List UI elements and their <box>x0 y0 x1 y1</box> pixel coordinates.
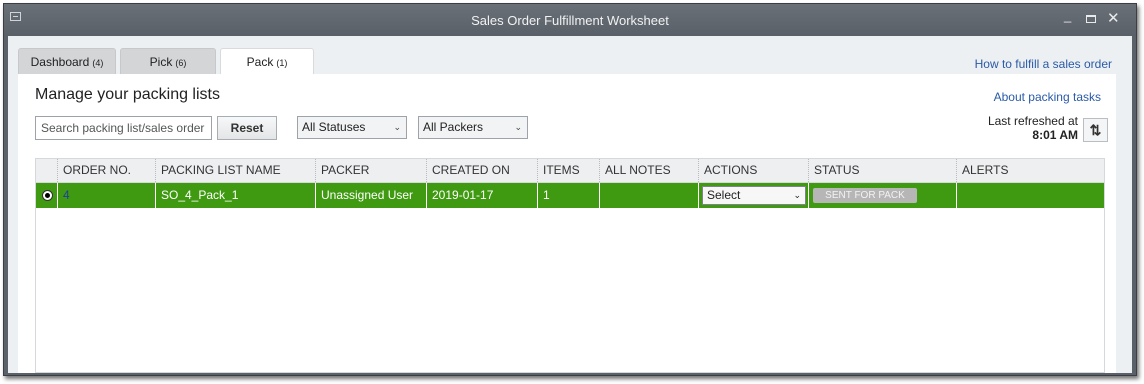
column-header-items[interactable]: ITEMS <box>537 159 599 182</box>
column-header-created-on[interactable]: CREATED ON <box>426 159 537 182</box>
window-content: Dashboard (4) Pick (6) Pack (1) How to fulf… <box>8 36 1132 373</box>
window-title: Sales Order Fulfillment Worksheet <box>471 13 669 28</box>
column-header-packer[interactable]: PACKER <box>315 159 426 182</box>
minimize-icon[interactable]: _ <box>1064 8 1071 23</box>
column-header-actions[interactable]: ACTIONS <box>698 159 808 182</box>
column-header-packing-list-name[interactable]: PACKING LIST NAME <box>155 159 315 182</box>
column-header-order-no[interactable]: ORDER NO. <box>57 159 155 182</box>
status-filter-select[interactable]: All Statuses ⌄ <box>297 116 407 139</box>
tab-pack[interactable]: Pack (1) <box>220 48 314 76</box>
all-notes-cell <box>599 183 698 208</box>
created-on-cell: 2019-01-17 <box>426 183 537 208</box>
reset-button[interactable]: Reset <box>217 116 277 140</box>
about-packing-link[interactable]: About packing tasks <box>994 90 1101 104</box>
packer-cell: Unassigned User <box>315 183 426 208</box>
order-link[interactable]: 4 <box>63 188 70 202</box>
packer-filter-select[interactable]: All Packers ⌄ <box>418 116 528 139</box>
packing-list-name-cell: SO_4_Pack_1 <box>155 183 315 208</box>
packer-filter-value: All Packers <box>423 120 484 134</box>
tab-count: (4) <box>92 58 104 68</box>
chevron-down-icon: ⌄ <box>514 122 522 132</box>
tab-label: Pack <box>246 55 274 69</box>
table-header: ORDER NO. PACKING LIST NAME PACKER CREAT… <box>36 159 1104 183</box>
alerts-cell <box>956 183 1104 208</box>
order-no-cell: 4 <box>57 183 155 208</box>
chevron-down-icon: ⌄ <box>393 122 401 132</box>
refresh-icon[interactable]: ⇅ <box>1083 118 1108 142</box>
actions-select[interactable]: Select ⌄ <box>702 186 806 205</box>
page-title: Manage your packing lists <box>35 86 220 103</box>
tab-count: (6) <box>175 58 187 68</box>
items-cell: 1 <box>537 183 599 208</box>
tab-label: Dashboard <box>30 55 90 69</box>
tab-dashboard[interactable]: Dashboard (4) <box>18 48 116 74</box>
worksheet-window: Sales Order Fulfillment Worksheet _ ✕ Da… <box>3 3 1137 376</box>
tab-count: (1) <box>276 58 288 68</box>
close-icon[interactable]: ✕ <box>1107 9 1120 27</box>
column-header-alerts[interactable]: ALERTS <box>956 159 1104 182</box>
table-row[interactable]: 4 SO_4_Pack_1 Unassigned User 2019-01-17… <box>36 183 1104 208</box>
pack-panel: Manage your packing lists About packing … <box>18 74 1116 373</box>
column-header-status[interactable]: STATUS <box>808 159 956 182</box>
row-select-radio[interactable] <box>42 190 53 201</box>
last-refreshed-time: 8:01 AM <box>1032 128 1078 142</box>
chevron-down-icon: ⌄ <box>793 190 801 200</box>
last-refreshed-label: Last refreshed at <box>987 114 1078 128</box>
last-refreshed: Last refreshed at 8:01 AM <box>988 114 1078 142</box>
tab-pick[interactable]: Pick (6) <box>120 48 216 74</box>
column-header-all-notes[interactable]: ALL NOTES <box>599 159 698 182</box>
search-input[interactable] <box>35 116 212 140</box>
status-filter-value: All Statuses <box>302 120 366 134</box>
maximize-icon[interactable] <box>1086 15 1096 23</box>
status-badge: SENT FOR PACK <box>813 188 917 203</box>
help-link[interactable]: How to fulfill a sales order <box>975 57 1112 71</box>
title-bar: Sales Order Fulfillment Worksheet _ ✕ <box>4 4 1136 36</box>
actions-select-value: Select <box>707 188 741 202</box>
tab-label: Pick <box>149 55 173 69</box>
packing-list-table: ORDER NO. PACKING LIST NAME PACKER CREAT… <box>35 158 1105 373</box>
